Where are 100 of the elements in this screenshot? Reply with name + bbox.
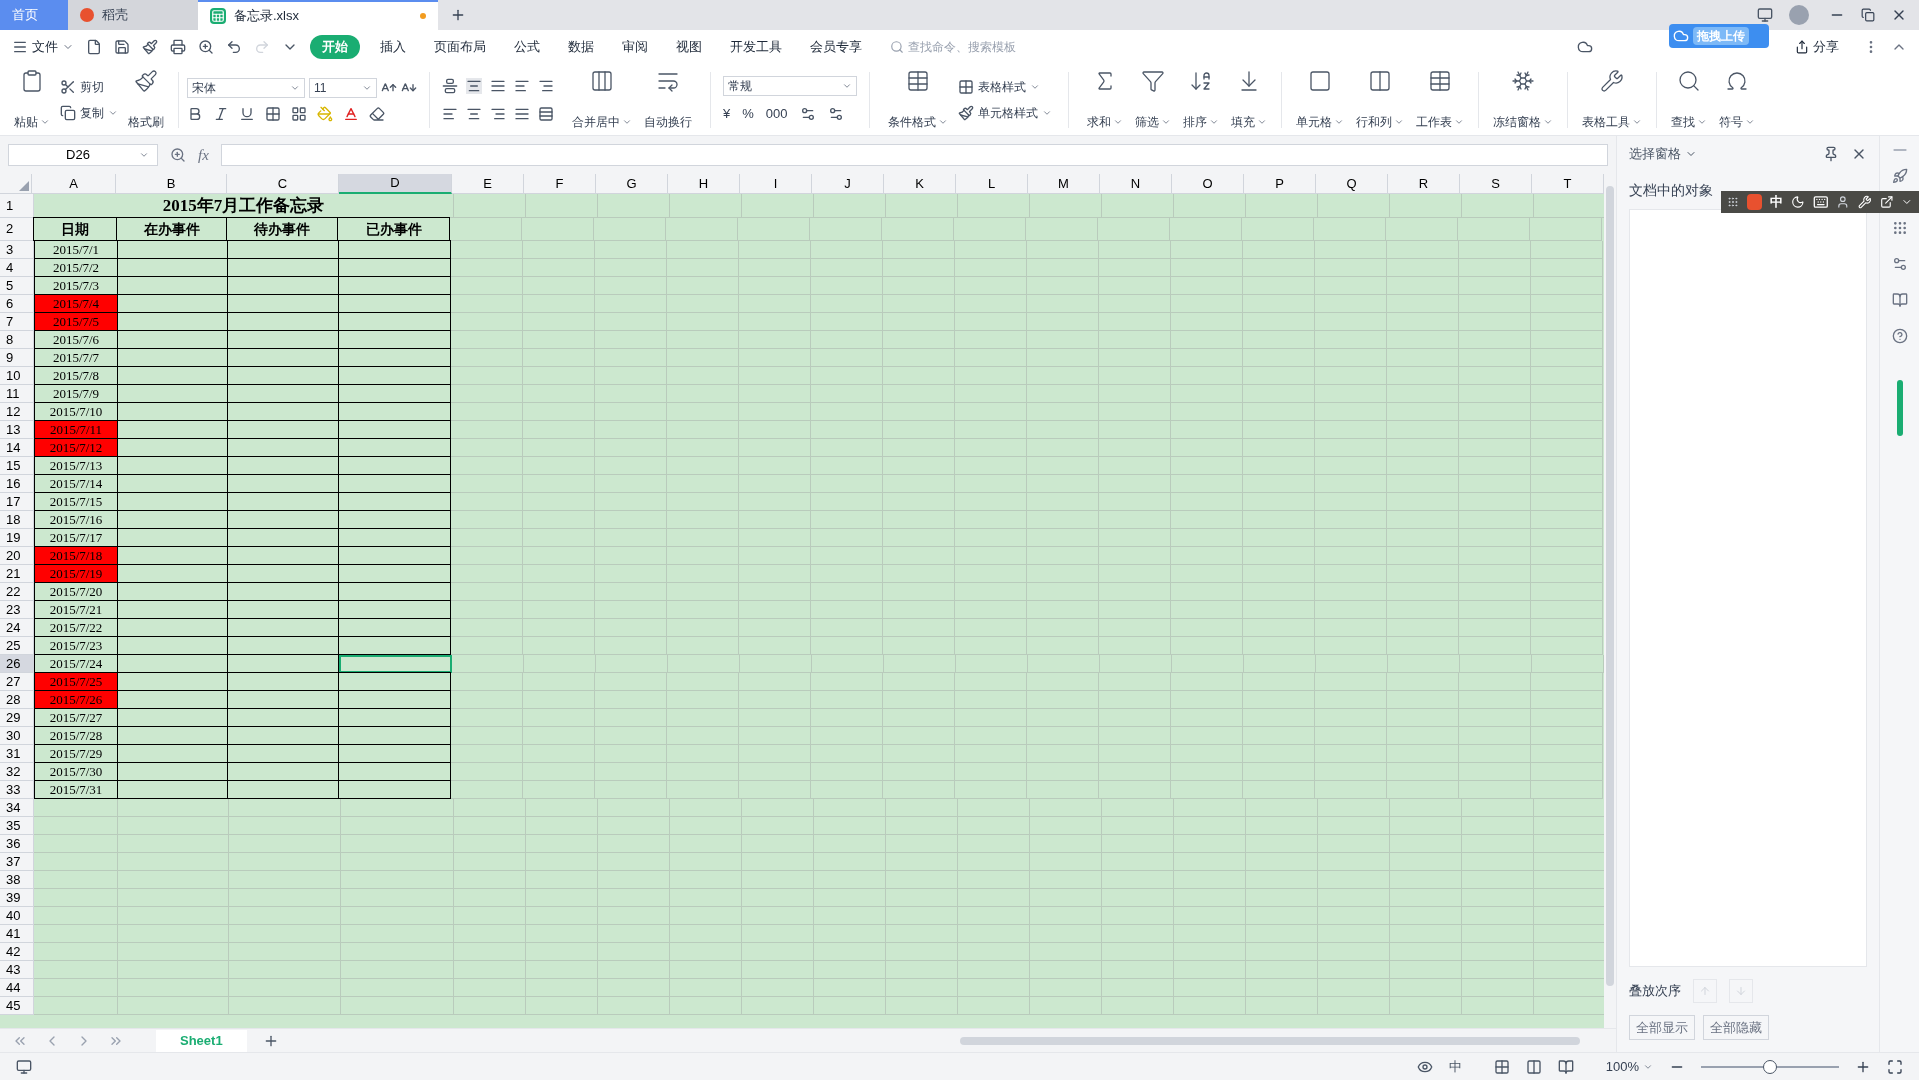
row-header[interactable]: 2 (0, 218, 34, 241)
ribbon-button[interactable]: 表格工具 (1576, 68, 1648, 131)
align-top-icon[interactable] (442, 77, 458, 94)
column-header[interactable]: S (1460, 174, 1532, 194)
column-header[interactable]: A (32, 174, 116, 194)
row-header[interactable]: 44 (0, 979, 34, 997)
column-header[interactable]: F (524, 174, 596, 194)
ribbon-button[interactable]: 复制 (60, 103, 118, 122)
save-icon[interactable] (114, 39, 130, 55)
ribbon-button[interactable]: 剪切 (60, 77, 118, 96)
page-layout-icon[interactable] (1525, 1058, 1542, 1075)
row-header[interactable]: 15 (0, 457, 34, 475)
pin-icon[interactable] (1823, 145, 1839, 162)
input-mode[interactable]: 中 (1448, 1056, 1462, 1077)
command-search[interactable]: 查找命令、搜索模板 (890, 38, 1068, 56)
formula-field[interactable] (220, 144, 1608, 166)
row-header[interactable]: 1 (0, 194, 34, 218)
redo-icon[interactable] (254, 39, 270, 55)
drag-handle-icon[interactable] (1727, 196, 1739, 208)
table-cell[interactable] (338, 780, 451, 799)
row-header[interactable]: 40 (0, 907, 34, 925)
selection-icon[interactable] (1891, 220, 1908, 236)
column-header[interactable]: O (1172, 174, 1244, 194)
zoom-slider-thumb[interactable] (1763, 1059, 1777, 1074)
number-format-button[interactable]: % (742, 103, 754, 124)
row-header[interactable]: 25 (0, 637, 34, 655)
number-format-button[interactable]: ¥ (723, 103, 731, 124)
font-size-field[interactable]: 11 (309, 77, 377, 98)
new-file-icon[interactable] (86, 39, 102, 55)
ribbon-button[interactable]: 表格样式 (958, 77, 1052, 96)
book-icon[interactable] (1891, 292, 1908, 308)
row-header[interactable]: 9 (0, 349, 34, 367)
ribbon-tab[interactable]: 页面布局 (426, 35, 494, 59)
row-header[interactable]: 11 (0, 385, 34, 403)
column-header[interactable]: N (1100, 174, 1172, 194)
row-header[interactable]: 35 (0, 817, 34, 835)
ribbon-button[interactable]: 条件格式 (882, 68, 954, 131)
table-cell[interactable] (338, 672, 451, 691)
row-header[interactable]: 32 (0, 763, 34, 781)
align-middle-icon[interactable] (466, 77, 482, 94)
row-header[interactable]: 39 (0, 889, 34, 907)
sogou-logo[interactable] (1746, 194, 1763, 210)
ribbon-button[interactable]: 符号 (1713, 68, 1761, 131)
row-header[interactable]: 33 (0, 781, 34, 799)
fullscreen-icon[interactable] (1887, 1058, 1903, 1075)
row-header[interactable]: 45 (0, 997, 34, 1015)
function-button[interactable]: fx (198, 143, 209, 167)
column-header[interactable]: K (884, 174, 956, 194)
column-header[interactable]: H (668, 174, 740, 194)
row-header[interactable]: 20 (0, 547, 34, 565)
font-color-icon[interactable] (343, 105, 359, 122)
expand-icon[interactable] (1879, 195, 1894, 209)
ribbon-button[interactable]: 格式刷 (122, 68, 170, 131)
ribbon-tab[interactable]: 会员专享 (802, 35, 870, 59)
column-header[interactable]: G (596, 174, 668, 194)
border-icon[interactable] (265, 105, 281, 122)
new-tab-icon[interactable] (450, 7, 466, 23)
row-header[interactable]: 34 (0, 799, 34, 817)
normal-view-icon[interactable] (1493, 1058, 1510, 1075)
row-header[interactable]: 3 (0, 241, 34, 259)
font-name-field[interactable]: 宋体 (187, 77, 305, 98)
document-tab[interactable]: 稻壳 (68, 0, 198, 30)
ribbon-tab[interactable]: 视图 (668, 35, 710, 59)
row-header[interactable]: 13 (0, 421, 34, 439)
file-menu[interactable]: 文件 (12, 37, 74, 57)
avatar[interactable] (1789, 5, 1809, 25)
bold-icon[interactable] (187, 105, 203, 122)
row-header[interactable]: 37 (0, 853, 34, 871)
restore-icon[interactable] (1861, 8, 1875, 22)
ribbon-button[interactable]: 冻结窗格 (1487, 68, 1559, 131)
horizontal-scrollbar[interactable] (960, 1036, 1580, 1045)
send-backward-button[interactable] (1729, 978, 1753, 1003)
ribbon-button[interactable]: 合并居中 (566, 68, 638, 131)
number-format-field[interactable]: 常规 (723, 75, 857, 96)
help-icon[interactable] (1891, 328, 1908, 344)
bring-forward-button[interactable] (1693, 978, 1717, 1003)
column-header[interactable]: J (812, 174, 884, 194)
page-break-icon[interactable] (1557, 1058, 1574, 1075)
vertical-scrollbar[interactable] (1604, 174, 1616, 1028)
selected-cell[interactable] (339, 655, 452, 673)
ribbon-button[interactable]: 查找 (1665, 68, 1713, 131)
ribbon-button[interactable]: 工作表 (1410, 68, 1470, 131)
row-header[interactable]: 18 (0, 511, 34, 529)
share-button[interactable]: 分享 (1795, 37, 1839, 57)
column-header[interactable]: L (956, 174, 1028, 194)
distribute-icon[interactable] (538, 105, 554, 122)
row-header[interactable]: 21 (0, 565, 34, 583)
name-box[interactable]: D26 (8, 144, 158, 166)
row-header[interactable]: 24 (0, 619, 34, 637)
ribbon-tab[interactable]: 公式 (506, 35, 548, 59)
column-header[interactable]: I (740, 174, 812, 194)
row-header[interactable]: 23 (0, 601, 34, 619)
undo-icon[interactable] (226, 39, 242, 55)
row-header[interactable]: 30 (0, 727, 34, 745)
row-header[interactable]: 31 (0, 745, 34, 763)
ribbon-tab[interactable]: 开发工具 (722, 35, 790, 59)
row-header[interactable]: 4 (0, 259, 34, 277)
column-header[interactable]: D (339, 174, 452, 194)
column-header[interactable]: B (116, 174, 227, 194)
row-header[interactable]: 17 (0, 493, 34, 511)
